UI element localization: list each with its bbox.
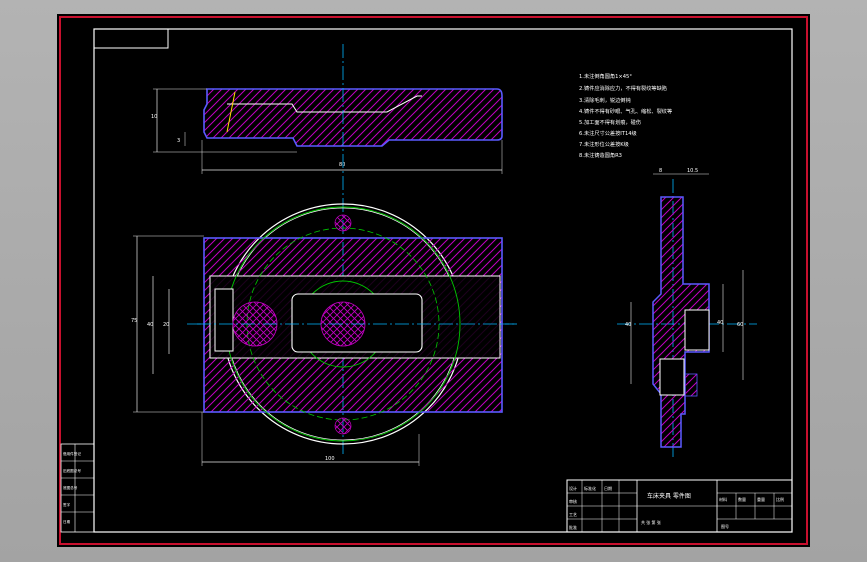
note-8: 8.未注铸造圆角R3	[579, 151, 622, 159]
tb-approve: 批准	[569, 524, 577, 530]
drawing-canvas: 10 80 3 75 40 20 100 8 10.5 40 40 60 1.未…	[59, 16, 808, 545]
dim-plan-slot: 40	[147, 322, 153, 328]
dim-top-step: 3	[177, 138, 180, 144]
strip-row-3: 底图总号	[63, 485, 78, 490]
note-2: 2.铸件应消除应力，不得有裂纹等缺陷	[579, 84, 667, 92]
strip-row-5: 日期	[63, 519, 71, 524]
dim-side-right-a: 40	[717, 320, 723, 326]
tb-qty: 数量	[738, 496, 746, 502]
tb-standard: 标准化	[584, 485, 596, 491]
tb-designer: 设计	[569, 485, 577, 491]
dim-side-right-b: 60	[737, 322, 743, 328]
dim-side-left: 40	[625, 322, 631, 328]
top-section-view: 10 80 3	[151, 88, 503, 174]
dim-plan-height: 75	[131, 318, 137, 324]
strip-row-2: 旧底图总号	[63, 468, 81, 473]
technical-notes: 1.未注倒角圆角1×45° 2.铸件应消除应力，不得有裂纹等缺陷 3.清除毛刺，…	[579, 72, 672, 159]
title-block: 车床夹具 零件图 设计 审核 工艺 批准 标准化 日期 材料 数量 重量 比例 …	[566, 479, 793, 533]
strip-row-1: 借用件登记	[63, 451, 81, 456]
strip-row-4: 签字	[63, 502, 71, 507]
side-section-view: 8 10.5 40 40 60	[617, 168, 757, 459]
note-5: 5.加工面不得有划痕，碰伤	[579, 118, 641, 126]
left-side-table: 借用件登记 旧底图总号 底图总号 签字 日期	[60, 443, 95, 533]
dim-top-height: 10	[151, 114, 157, 120]
cad-viewport[interactable]: 10 80 3 75 40 20 100 8 10.5 40 40 60 1.未…	[57, 14, 810, 547]
note-4: 4.铸件不得有砂眼、气孔、缩松、裂纹等	[579, 107, 672, 115]
tb-sheet: 共 张 第 张	[641, 519, 661, 525]
note-3: 3.清除毛刺，锐边倒钝	[579, 96, 631, 104]
tb-weight: 重量	[757, 496, 765, 502]
dim-plan-bottom: 100	[325, 456, 335, 462]
drawing-title: 车床夹具 零件图	[647, 492, 691, 500]
note-7: 7.未注形位公差按K级	[579, 140, 629, 148]
dim-plan-inner: 20	[163, 322, 169, 328]
note-6: 6.未注尺寸公差按IT14级	[579, 129, 637, 137]
dim-side-top-right: 10.5	[687, 168, 698, 174]
note-1: 1.未注倒角圆角1×45°	[579, 72, 632, 80]
tb-date: 日期	[604, 485, 612, 491]
drawing-number-box	[93, 28, 169, 49]
tb-checker: 审核	[569, 498, 577, 504]
tb-drawing-no: 图号	[721, 523, 729, 529]
tb-material: 材料	[719, 496, 727, 502]
tb-scale: 比例	[776, 496, 784, 502]
dim-side-top-left: 8	[659, 168, 662, 174]
tb-process: 工艺	[569, 512, 577, 517]
dim-top-width: 80	[339, 162, 345, 168]
